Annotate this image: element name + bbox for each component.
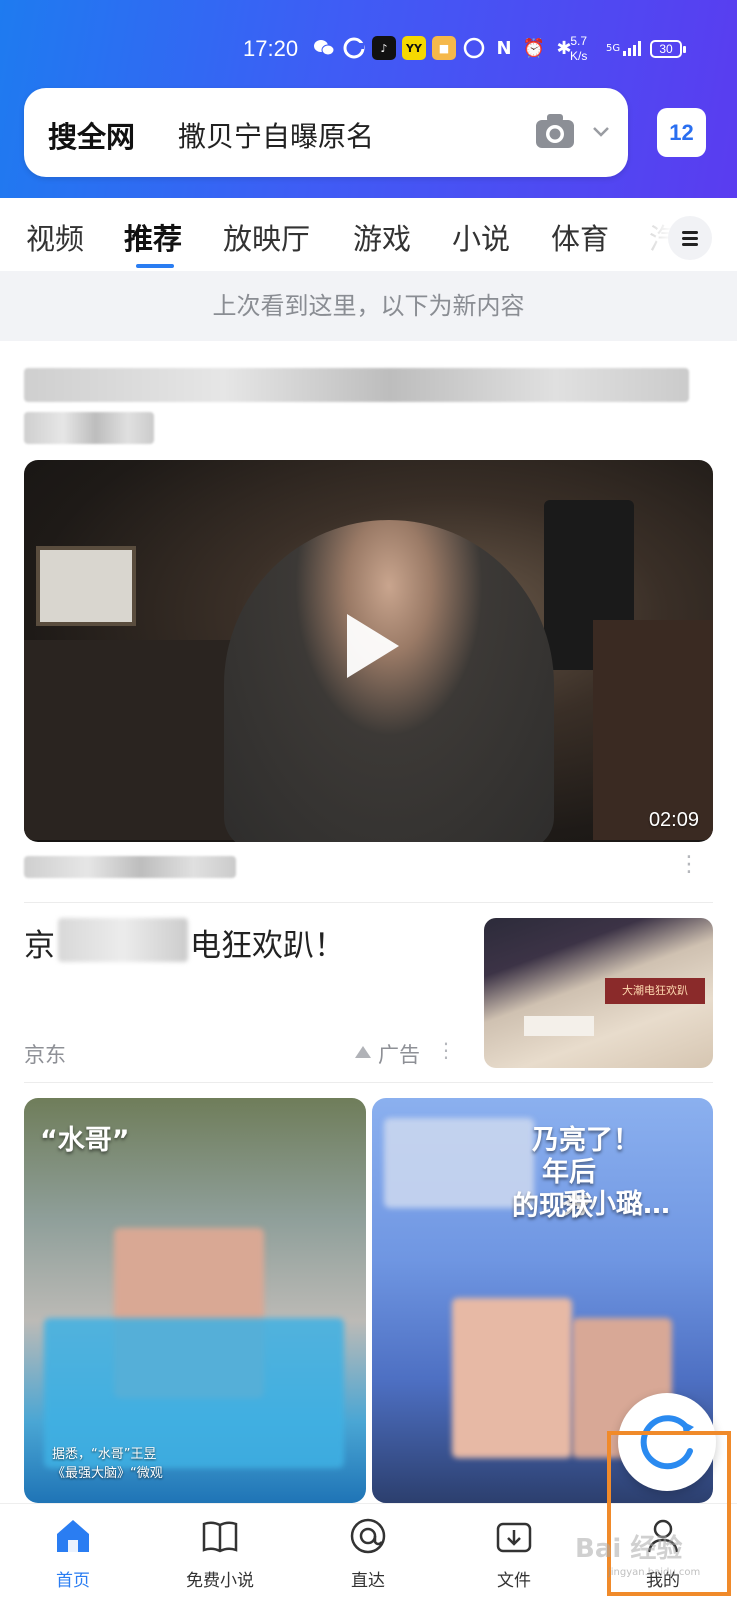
battery-indicator: 30 (650, 40, 686, 58)
watermark: Bai 经验 (575, 1534, 683, 1564)
ad-title-start: 京 (24, 928, 55, 964)
browser-icon (342, 36, 366, 60)
channel-tabs: 视频 推荐 放映厅 游戏 小说 体育 汽 (0, 198, 737, 271)
alarm-icon: ⏰ (522, 37, 546, 59)
tiktok-icon: ♪ (372, 36, 396, 60)
active-tab-indicator (136, 264, 174, 268)
data-saver-icon (462, 36, 486, 60)
nav-home[interactable]: 首页 (23, 1504, 123, 1600)
direct-icon (350, 1518, 386, 1554)
status-bar: 17:20 ♪ YY ■ N ⏰ ✱ 5.7 K/s 5G 30 (0, 34, 737, 68)
message-count-badge[interactable]: 12 (657, 108, 706, 157)
search-box[interactable]: 搜全网 撒贝宁自曝原名 (24, 88, 628, 177)
video-duration: 02:09 (648, 809, 699, 831)
ad-thumbnail-banner: 大潮电狂欢趴 (605, 978, 705, 1004)
app-screen: 17:20 ♪ YY ■ N ⏰ ✱ 5.7 K/s 5G 30 搜全网 撒贝宁… (0, 0, 737, 1600)
channel-menu-button[interactable] (668, 216, 712, 260)
tab-recommend[interactable]: 推荐 (124, 216, 182, 258)
network-speed: 5.7 K/s (570, 34, 587, 64)
blurred-headline[interactable] (24, 368, 689, 402)
ad-triangle-icon (355, 1046, 371, 1058)
chevron-down-icon[interactable] (590, 120, 612, 142)
tab-games[interactable]: 游戏 (353, 216, 411, 258)
video-scene-background (593, 620, 713, 840)
network-speed-value: 5.7 (570, 34, 588, 48)
search-brand: 搜全网 (48, 120, 136, 154)
nav-home-label: 首页 (56, 1571, 90, 1591)
grid-card-left[interactable]: “水哥” 据悉，“水哥”王昱 《最强大脑》“微观 (24, 1098, 366, 1503)
book-icon (202, 1521, 238, 1553)
tab-novels[interactable]: 小说 (452, 216, 510, 258)
grid-left-title: “水哥” (40, 1125, 130, 1156)
play-icon[interactable] (339, 610, 403, 682)
video-scene-photo-frame (36, 546, 136, 626)
nav-direct-label: 直达 (351, 1571, 385, 1591)
watermark-url: jingyan.baidu.com (608, 1567, 701, 1578)
tab-video[interactable]: 视频 (26, 216, 84, 258)
ad-thumbnail[interactable]: 大潮电狂欢趴 (484, 918, 713, 1068)
nav-files[interactable]: 文件 (464, 1504, 564, 1600)
grid-left-caption-2: 《最强大脑》“微观 (52, 1466, 163, 1481)
camera-icon[interactable] (534, 112, 576, 150)
file-download-icon (496, 1522, 532, 1553)
more-options-icon[interactable]: ⋮ (678, 852, 700, 877)
feed-divider-2 (24, 1082, 713, 1083)
blurred-source (24, 856, 236, 878)
search-query[interactable]: 撒贝宁自曝原名 (178, 115, 374, 155)
feed-divider (24, 902, 713, 903)
ad-thumbnail-table (524, 1016, 594, 1036)
header: 17:20 ♪ YY ■ N ⏰ ✱ 5.7 K/s 5G 30 搜全网 撒贝宁… (0, 0, 737, 198)
nav-free-novels[interactable]: 免费小说 (170, 1504, 270, 1600)
ad-title-end: 电狂欢趴！ (190, 928, 345, 964)
nav-free-novels-label: 免费小说 (186, 1571, 254, 1591)
new-content-notice: 上次看到这里，以下为新内容 (0, 271, 737, 341)
status-notification-icons: ♪ YY ■ N ⏰ ✱ (312, 36, 576, 60)
app-notification-icon: ■ (432, 36, 456, 60)
ad-title-blur (58, 918, 188, 962)
nfc-icon: N (496, 37, 512, 59)
grid-left-caption-1: 据悉，“水哥”王昱 (52, 1447, 157, 1462)
pixelated-face-man (452, 1298, 572, 1458)
status-time: 17:20 (243, 36, 299, 61)
video-card[interactable]: 02:09 (24, 460, 713, 842)
nav-direct[interactable]: 直达 (318, 1504, 418, 1600)
ad-more-icon[interactable]: ⋮ (436, 1038, 456, 1062)
home-icon (57, 1520, 89, 1552)
grid-right-title-4: 的现状 (512, 1191, 593, 1222)
signal-icon: 5G (606, 40, 645, 56)
nav-files-label: 文件 (497, 1571, 531, 1591)
yy-icon: YY (402, 36, 426, 60)
ad-source: 京东 (24, 1043, 66, 1067)
tab-sports[interactable]: 体育 (551, 216, 609, 258)
blurred-headline-line2[interactable] (24, 412, 154, 444)
tab-cinema[interactable]: 放映厅 (223, 216, 310, 258)
network-speed-unit: K/s (570, 49, 588, 63)
ad-label: 广告 (378, 1043, 420, 1067)
menu-icon (682, 231, 698, 246)
signal-label: 5G (606, 43, 621, 54)
wechat-icon (312, 36, 336, 60)
